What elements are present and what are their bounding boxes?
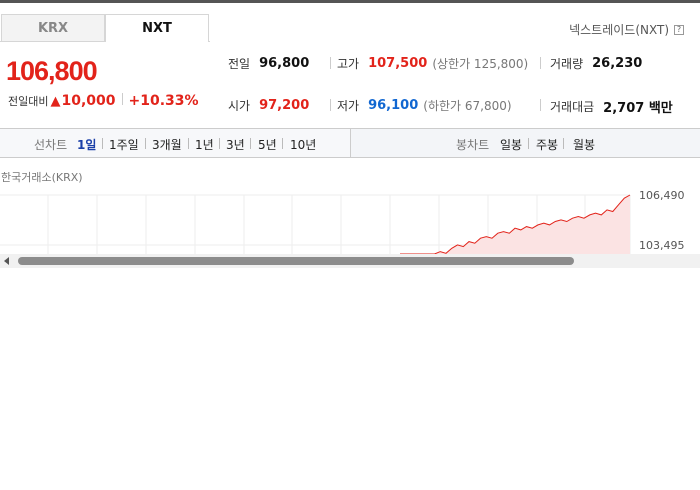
period-3m[interactable]: 3개월 — [152, 136, 182, 153]
period-5y[interactable]: 5년 — [258, 136, 277, 153]
low-price: 저가 96,100 (하한가 67,800) — [337, 98, 512, 113]
price-change-pct: +10.33% — [128, 93, 199, 109]
tab-nxt[interactable]: NXT — [105, 14, 209, 41]
open-price: 시가 97,200 — [228, 98, 310, 113]
volume: 거래량 26,230 — [550, 56, 643, 71]
scrollbar-thumb[interactable] — [18, 257, 574, 265]
nxt-link-label[interactable]: 넥스트레이드(NXT) — [569, 21, 669, 38]
scroll-left-arrow-icon[interactable] — [4, 257, 9, 265]
chart-toolbar: 선차트 1일 1주일 3개월 1년 3년 5년 10년 봉차트 일봉 주봉 월봉 — [0, 128, 700, 158]
price-chart-svg — [0, 194, 631, 255]
price-change-row: 전일대비 ▲ 10,000 +10.33% — [8, 93, 199, 109]
period-1y[interactable]: 1년 — [195, 136, 214, 153]
help-icon[interactable]: ? — [674, 24, 684, 35]
candle-chart-label: 봉차트 — [456, 138, 490, 152]
prev-day-label: 전일대비 — [8, 95, 49, 108]
prev-close: 전일 96,800 — [228, 56, 310, 71]
price-change: 10,000 — [61, 93, 116, 109]
candle-weekly[interactable]: 주봉 — [536, 136, 558, 153]
y-tick-label: 103,495 — [639, 239, 685, 252]
top-border — [0, 0, 700, 3]
period-1w[interactable]: 1주일 — [109, 136, 139, 153]
candle-daily[interactable]: 일봉 — [500, 136, 522, 153]
line-chart-label: 선차트 — [34, 138, 68, 152]
period-3y[interactable]: 3년 — [226, 136, 245, 153]
price-chart: 106,490 103,495 — [0, 188, 700, 255]
y-tick-label: 106,490 — [639, 189, 685, 202]
tab-krx[interactable]: KRX — [1, 14, 105, 41]
high-price: 고가 107,500 (상한가 125,800) — [337, 56, 529, 71]
trade-amount: 거래대금 2,707 백만 — [550, 100, 673, 116]
chart-source-label: 한국거래소(KRX) — [1, 171, 83, 184]
period-10y[interactable]: 10년 — [290, 136, 316, 153]
candle-monthly[interactable]: 월봉 — [573, 136, 595, 153]
up-triangle-icon: ▲ — [50, 94, 61, 109]
nxt-market-link[interactable]: 넥스트레이드(NXT) ? — [569, 21, 684, 38]
chart-scrollbar[interactable] — [0, 254, 700, 268]
current-price: 106,800 — [6, 56, 98, 86]
period-1d[interactable]: 1일 — [77, 136, 96, 153]
